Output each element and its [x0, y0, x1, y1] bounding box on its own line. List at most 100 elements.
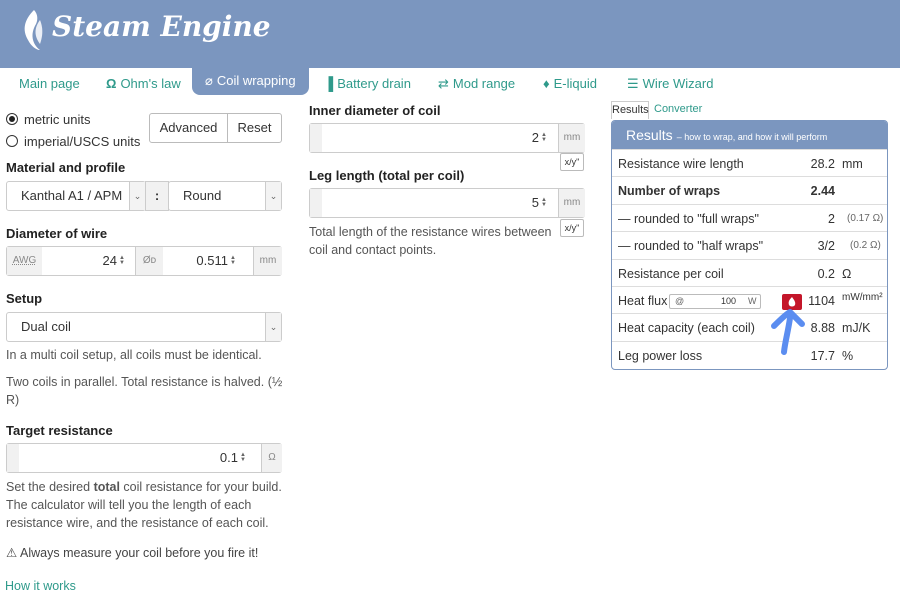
result-value: 0.2 [817, 266, 835, 281]
list-icon: ☰ [627, 76, 639, 91]
target-description: Set the desired total coil resistance fo… [6, 478, 286, 532]
target-resistance-group: 0.1 ▲ ▼ Ω [6, 443, 282, 473]
tab-results[interactable]: Results [611, 101, 649, 119]
material-label: Material and profile [6, 160, 126, 175]
how-it-works-link[interactable]: How it works [5, 577, 76, 595]
setup-value: Dual coil [21, 319, 71, 334]
result-value: 8.88 [810, 321, 835, 336]
inner-diameter-group: 2 ▲ ▼ mm [309, 123, 585, 153]
diameter-inputs: AWG 24 ▲ ▼ Øᴅ 0.511 ▲ ▼ mm [6, 246, 282, 276]
tab-main-page[interactable]: Main page [19, 76, 80, 91]
material-separator: : [145, 181, 169, 211]
inner-diameter-input[interactable]: 2 [323, 124, 539, 152]
diameter-unit-addon: mm [253, 247, 282, 275]
annotation-arrow-icon [771, 309, 805, 355]
tab-coil-wrapping[interactable]: ⌀ Coil wrapping [192, 68, 309, 95]
wire-material-select[interactable]: Kanthal A1 / APM ⌄ [6, 181, 146, 211]
setup-select[interactable]: Dual coil ⌄ [6, 312, 282, 342]
setup-label: Setup [6, 291, 43, 306]
result-row: Heat capacity (each coil) 8.88 mJ/K [612, 313, 887, 340]
diameter-input[interactable]: 0.511 [164, 247, 228, 275]
leg-length-group: 5 ▲ ▼ mm [309, 188, 585, 218]
steam-flame-logo-icon [24, 10, 43, 50]
heat-flux-watts-input[interactable]: @ 100 W [669, 294, 761, 309]
results-title: Results [626, 127, 673, 143]
result-key: Heat flux [618, 294, 668, 308]
warning-icon: ⚠ [6, 546, 18, 560]
results-header: Results – how to wrap, and how it will pe… [612, 121, 887, 149]
result-row: Resistance wire length 28.2 mm [612, 149, 887, 176]
inner-diameter-label: Inner diameter of coil [309, 103, 441, 118]
result-unit: % [842, 348, 854, 363]
inner-ratio-button[interactable]: x/y" [560, 153, 584, 171]
result-row: — rounded to "full wraps" 2 (0.17 Ω) [612, 203, 887, 231]
result-value: 1104 [808, 294, 835, 308]
target-resistance-label: Target resistance [6, 423, 113, 438]
result-key: Resistance per coil [618, 266, 724, 281]
warning-text: Always measure your coil before you fire… [20, 546, 259, 560]
radio-dot-selected[interactable] [6, 113, 18, 125]
target-left-addon [7, 444, 19, 472]
advanced-button[interactable]: Advanced [149, 113, 228, 143]
brand-title[interactable]: Steam Engine [52, 10, 271, 43]
main-nav: Main page Ω Ohm's law ⌀ Coil wrapping ▐ Bat… [0, 68, 900, 98]
droplet-icon: ♦ [543, 76, 550, 91]
leg-left-addon [310, 189, 322, 217]
ohm-unit-addon: Ω [261, 444, 282, 472]
target-desc-bold: total [93, 480, 120, 494]
setup-note-parallel: Two coils in parallel. Total resistance … [6, 375, 283, 407]
profile-value: Round [183, 188, 222, 203]
target-resistance-input[interactable]: 0.1 [20, 444, 238, 472]
result-key: — rounded to "full wraps" [618, 211, 759, 226]
metric-units-radio[interactable]: metric units [6, 111, 146, 127]
result-unit: mJ/K [842, 321, 871, 336]
result-extra: (0.2 Ω) [850, 240, 881, 252]
tab-converter[interactable]: Converter [654, 101, 702, 119]
awg-input[interactable]: 24 [43, 247, 117, 275]
imperial-units-radio[interactable]: imperial/USCS units [6, 133, 146, 149]
results-subtitle[interactable]: – how to wrap, and how it will perform [677, 132, 828, 142]
target-stepper-icon[interactable]: ▲ ▼ [240, 452, 246, 463]
at-addon: @ [675, 296, 685, 306]
tab-mod-range[interactable]: ⇄ Mod range [438, 76, 515, 92]
result-key: — rounded to "half wraps" [618, 239, 764, 254]
reset-button[interactable]: Reset [227, 113, 282, 143]
result-key: Leg power loss [618, 348, 703, 363]
diameter-label: Diameter of wire [6, 226, 108, 241]
target-desc-pre: Set the desired [6, 480, 94, 494]
result-extra: (0.17 Ω) [847, 212, 884, 224]
result-value: 2 [828, 211, 835, 226]
leg-ratio-button[interactable]: x/y" [560, 219, 584, 237]
result-key: Heat capacity (each coil) [618, 321, 755, 336]
leg-stepper-icon[interactable]: ▲ ▼ [541, 197, 547, 208]
leg-length-input[interactable]: 5 [323, 189, 539, 217]
diameter-symbol-addon: Øᴅ [135, 247, 163, 275]
warning-note: ⚠ Always measure your coil before you fi… [6, 544, 286, 562]
watts-value[interactable]: 100 [690, 296, 736, 306]
tab-e-liquid[interactable]: ♦ E-liquid [543, 76, 597, 91]
result-row: Number of wraps 2.44 [612, 176, 887, 203]
bar-chart-icon: ▐ [324, 76, 334, 91]
app-header: Steam Engine [0, 0, 900, 68]
result-row: Leg power loss 17.7 % [612, 340, 887, 368]
result-value: 17.7 [810, 348, 835, 363]
chevron-down-icon: ⌄ [265, 182, 281, 210]
leg-length-note: Total length of the resistance wires bet… [309, 225, 552, 257]
tab-battery-drain[interactable]: ▐ Battery drain [324, 76, 411, 91]
result-value: 2.44 [810, 184, 835, 199]
inner-left-addon [310, 124, 322, 152]
result-unit: mm [842, 157, 863, 171]
imperial-units-label: imperial/USCS units [24, 134, 141, 149]
result-row: Resistance per coil 0.2 Ω [612, 258, 887, 286]
leg-unit-addon: mm [558, 189, 585, 217]
exchange-arrows-icon: ⇄ [438, 76, 449, 91]
result-value: 28.2 [810, 157, 835, 171]
profile-select[interactable]: Round ⌄ [168, 181, 282, 211]
setup-note-identical: In a multi coil setup, all coils must be… [6, 348, 262, 362]
diameter-stepper-icon[interactable]: ▲ ▼ [230, 255, 236, 266]
tab-ohms-law[interactable]: Ω Ohm's law [106, 76, 181, 91]
awg-stepper-icon[interactable]: ▲ ▼ [119, 255, 125, 266]
tab-wire-wizard[interactable]: ☰ Wire Wizard [627, 76, 713, 92]
inner-stepper-icon[interactable]: ▲ ▼ [541, 132, 547, 143]
radio-dot[interactable] [6, 135, 18, 147]
